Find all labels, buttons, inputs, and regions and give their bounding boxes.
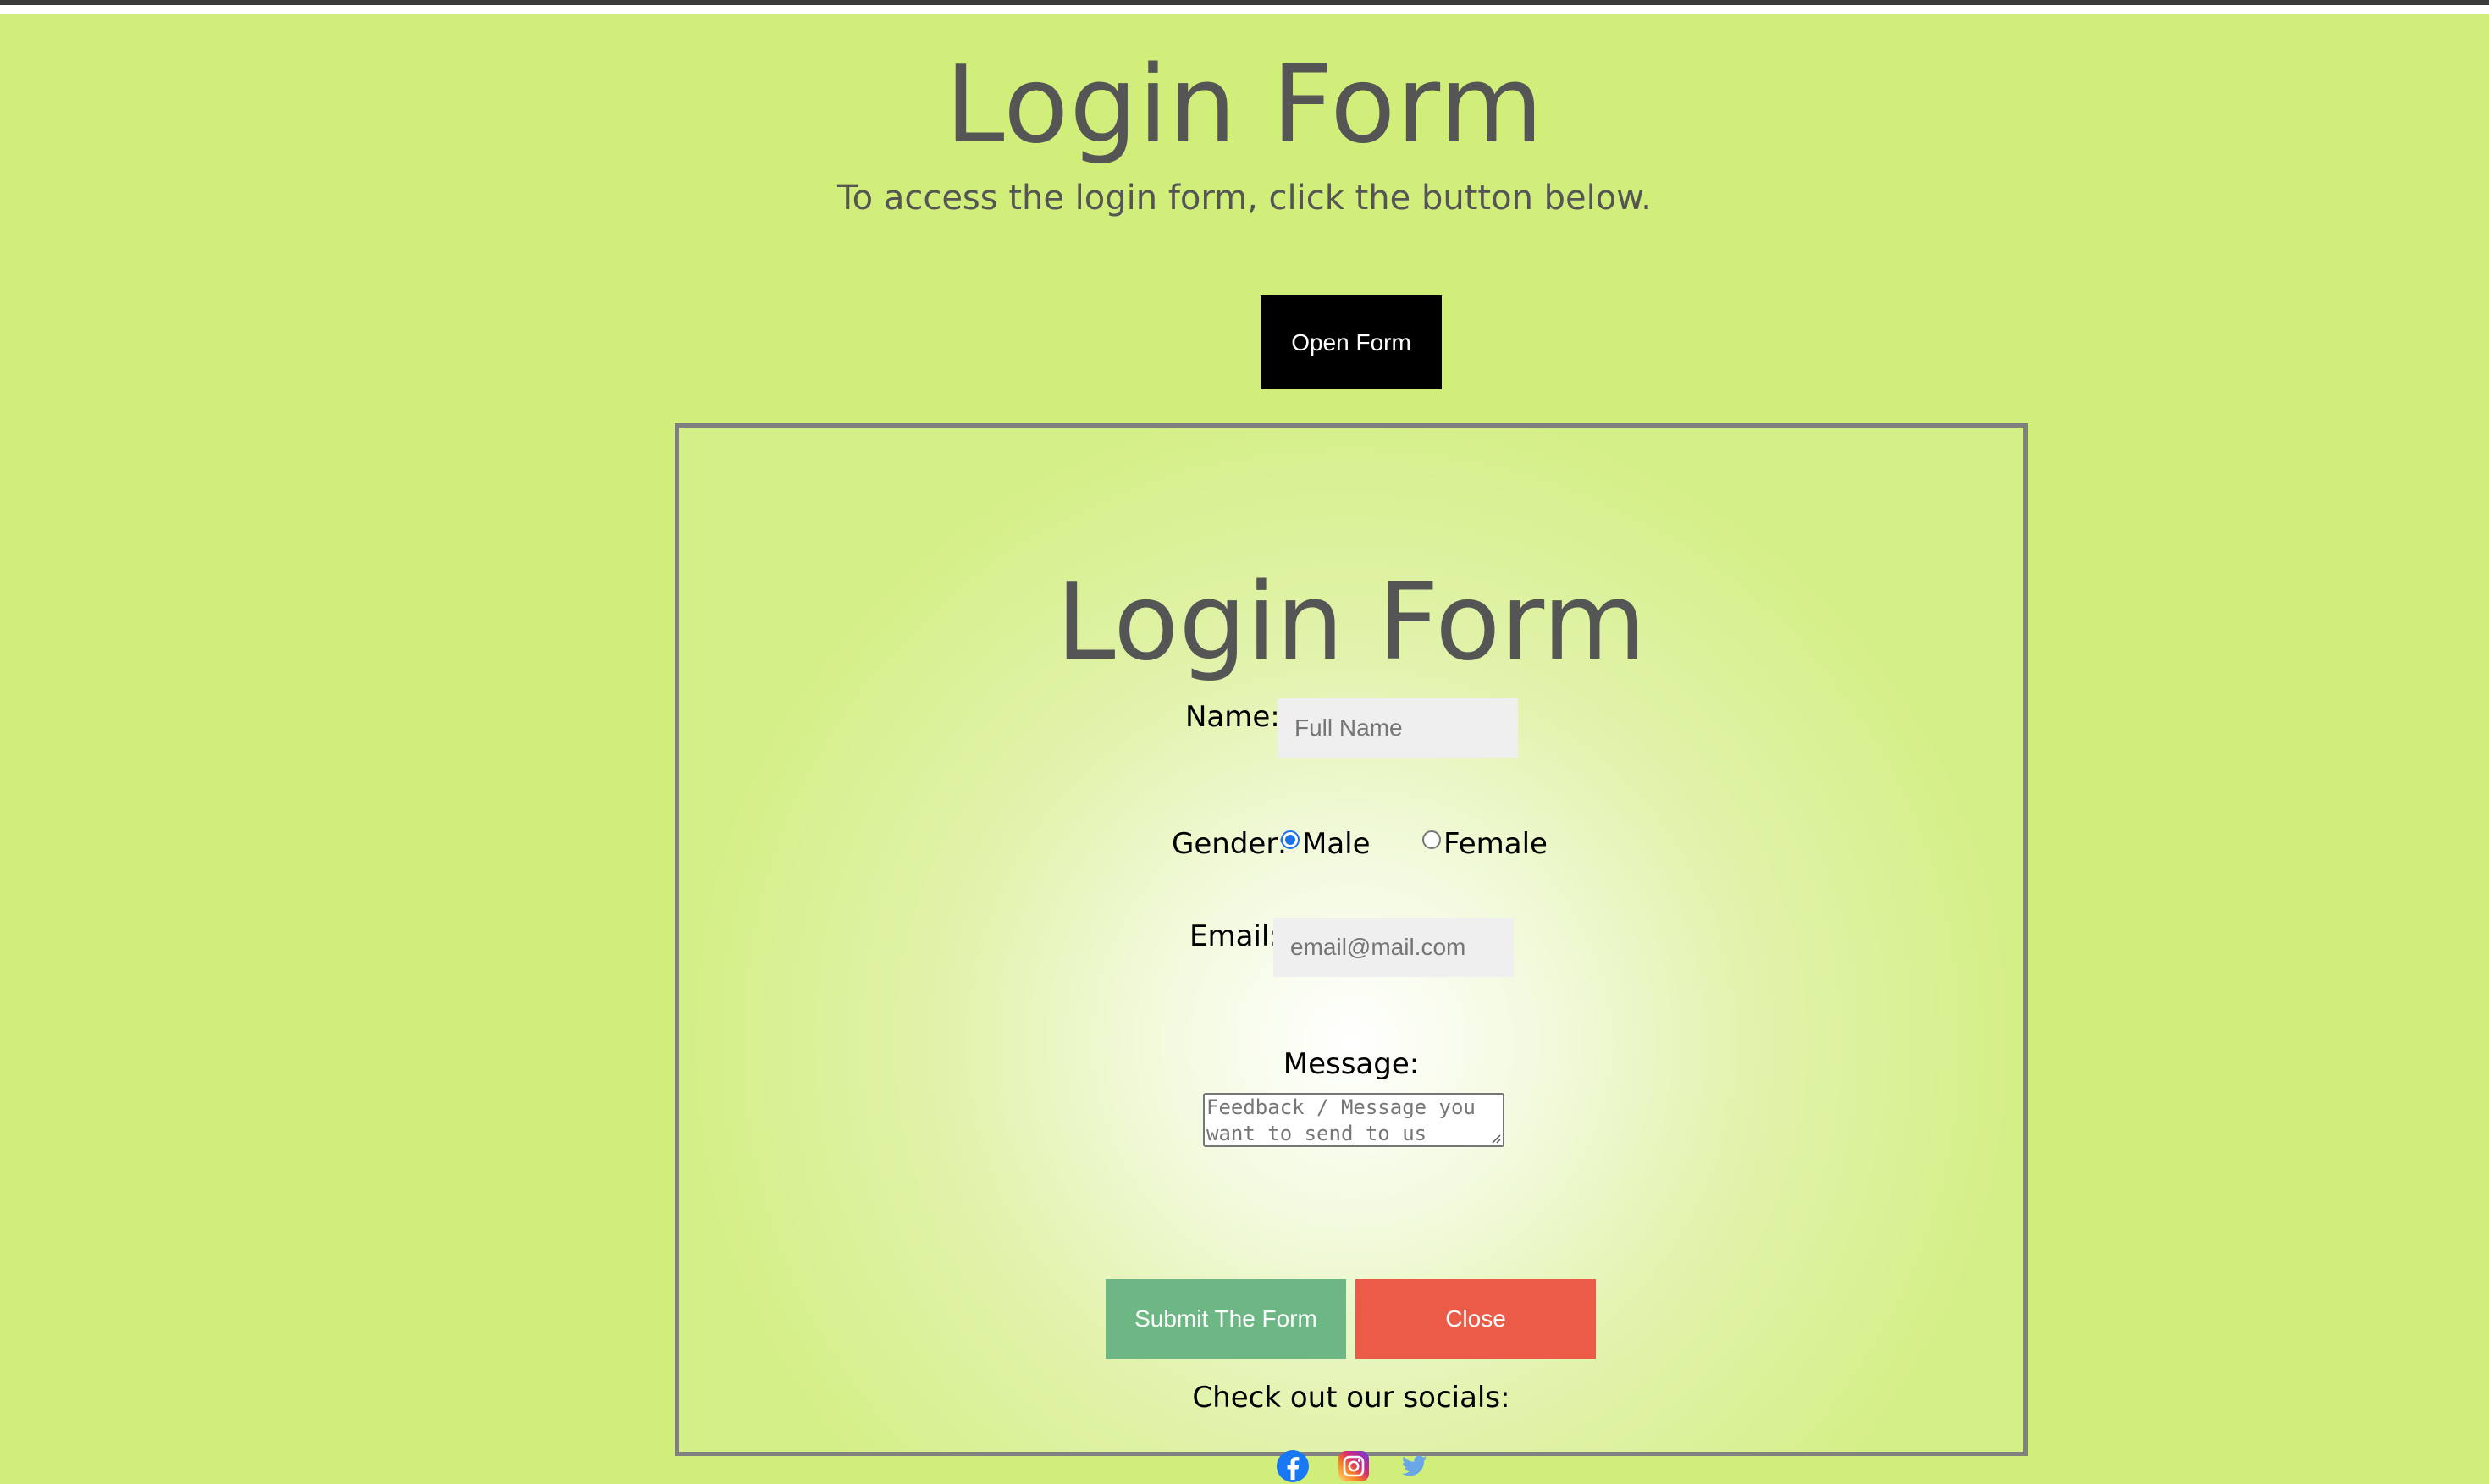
name-input[interactable] — [1278, 698, 1518, 758]
open-form-button[interactable]: Open Form — [1261, 295, 1442, 389]
gender-label: Gender: — [1172, 827, 1288, 861]
form-title: Login Form — [1056, 560, 1647, 684]
female-radio[interactable] — [1422, 830, 1441, 849]
page-body: Login Form To access the login form, cli… — [0, 14, 2489, 1482]
male-radio[interactable] — [1281, 830, 1300, 849]
submit-form-button[interactable]: Submit The Form — [1106, 1279, 1346, 1359]
male-option-label: Male — [1302, 827, 1371, 861]
close-button[interactable]: Close — [1355, 1279, 1596, 1359]
resize-grip-icon[interactable] — [1491, 1134, 1501, 1144]
facebook-icon[interactable] — [1275, 1448, 1311, 1484]
female-option-label: Female — [1443, 827, 1548, 861]
name-label: Name: — [1185, 700, 1280, 734]
page-subtitle: To access the login form, click the butt… — [837, 179, 1652, 218]
message-textarea[interactable] — [1203, 1093, 1504, 1147]
email-input[interactable] — [1273, 918, 1514, 977]
twitter-icon[interactable] — [1397, 1448, 1432, 1484]
top-divider — [0, 0, 2489, 14]
login-form-modal: Login Form Name: Gender: Male Female Ema… — [675, 423, 2028, 1482]
instagram-icon[interactable] — [1336, 1448, 1371, 1484]
message-label: Message: — [1283, 1047, 1420, 1081]
email-label: Email: — [1189, 919, 1279, 953]
page-title: Login Form — [945, 42, 1544, 167]
socials-label: Check out our socials: — [1192, 1381, 1510, 1415]
